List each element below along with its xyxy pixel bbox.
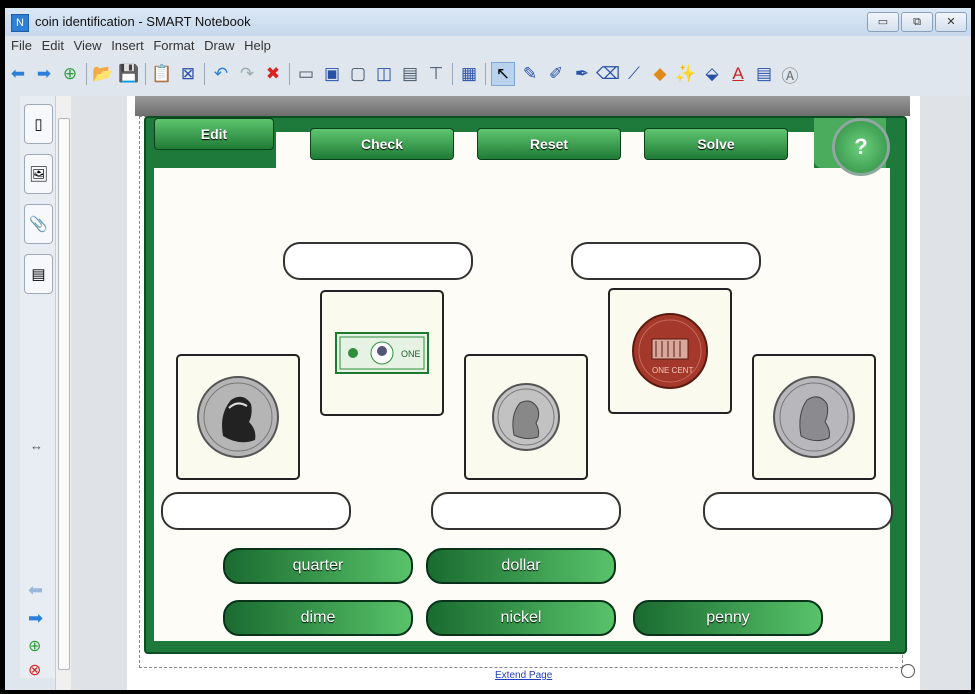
edit-button[interactable]: Edit xyxy=(154,118,274,150)
gallery-tab[interactable]: 🖼 xyxy=(24,154,53,194)
window-title: coin identification - SMART Notebook xyxy=(35,14,251,29)
toolbar-divider xyxy=(289,63,290,85)
word-tile-dime[interactable]: dime xyxy=(223,600,413,636)
more-icon[interactable]: Ⓐ xyxy=(779,63,801,86)
forward-icon[interactable]: ➡ xyxy=(33,63,55,85)
menu-help[interactable]: Help xyxy=(244,38,271,53)
scrollbar-thumb[interactable] xyxy=(58,118,70,670)
dual-page-icon[interactable]: ◫ xyxy=(373,63,395,85)
highlighter-icon[interactable]: ✒ xyxy=(571,63,593,85)
word-tile-dollar[interactable]: dollar xyxy=(426,548,616,584)
coin-card-nickel[interactable] xyxy=(176,354,300,480)
eraser-icon[interactable]: ⌫ xyxy=(596,63,620,85)
capture-icon[interactable]: ▤ xyxy=(399,63,421,85)
menu-view[interactable]: View xyxy=(74,38,102,53)
properties-icon[interactable]: ▤ xyxy=(753,63,775,85)
reset-button[interactable]: Reset xyxy=(477,128,621,160)
page-sorter-tab[interactable]: ▯ xyxy=(24,104,53,144)
table-icon[interactable]: ▦ xyxy=(458,63,480,85)
menu-format[interactable]: Format xyxy=(153,38,194,53)
creative-pen-icon[interactable]: ✐ xyxy=(545,63,567,85)
side-panel: ▯ 🖼 📎 ▤ ↔ ⬅ ➡ ⊕ ⊗ xyxy=(20,96,56,680)
attachments-tab[interactable]: 📎 xyxy=(24,204,53,244)
notebook-page: Edit Check Reset Solve ? ONE ONE CENT qu… xyxy=(127,96,920,690)
add-page-icon[interactable]: ⊕ xyxy=(59,63,81,85)
bill-card-dollar[interactable]: ONE xyxy=(320,290,444,416)
toolbar: ⬅ ➡ ⊕ 📂 💾 📋 ⊠ ↶ ↷ ✖ ▭ ▣ ▢ ◫ ▤ ⊤ ▦ ↖ ✎ ✐ … xyxy=(5,58,971,90)
word-tile-nickel[interactable]: nickel xyxy=(426,600,616,636)
redo-icon[interactable]: ↷ xyxy=(236,63,258,85)
text-icon[interactable]: A xyxy=(727,63,749,85)
answer-slot-dime[interactable] xyxy=(431,492,621,530)
menu-file[interactable]: File xyxy=(11,38,32,53)
word-tile-quarter[interactable]: quarter xyxy=(223,548,413,584)
delete-page-icon[interactable]: ⊠ xyxy=(177,63,199,85)
toolbar-divider xyxy=(452,63,453,85)
minimize-button[interactable]: ▭ xyxy=(867,12,899,32)
magic-pen-icon[interactable]: ✨ xyxy=(675,63,697,85)
canvas-margin-left xyxy=(71,96,127,690)
activity-frame: Edit Check Reset Solve ? ONE ONE CENT qu… xyxy=(144,116,907,654)
penny-image: ONE CENT xyxy=(632,313,708,389)
title-bar: N coin identification - SMART Notebook ▭… xyxy=(5,8,971,36)
paste-icon[interactable]: 📋 xyxy=(151,63,173,85)
nickel-image xyxy=(197,376,279,458)
save-icon[interactable]: 💾 xyxy=(118,63,140,85)
answer-slot-penny[interactable] xyxy=(571,242,761,280)
quarter-image xyxy=(773,376,855,458)
menu-bar: File Edit View Insert Format Draw Help xyxy=(5,38,971,56)
delete-icon[interactable]: ✖ xyxy=(262,63,284,85)
dime-image xyxy=(492,383,560,451)
answer-slot-quarter[interactable] xyxy=(703,492,893,530)
menu-draw[interactable]: Draw xyxy=(204,38,234,53)
app-window: N coin identification - SMART Notebook ▭… xyxy=(5,8,971,690)
penny-text: ONE CENT xyxy=(652,366,693,375)
properties-tab[interactable]: ▤ xyxy=(24,254,53,294)
vertical-scrollbar[interactable] xyxy=(55,96,72,690)
smart-notebook-icon: N xyxy=(11,14,29,32)
undo-icon[interactable]: ↶ xyxy=(210,63,232,85)
close-button[interactable]: ✕ xyxy=(935,12,967,32)
add-page-side-icon[interactable]: ⊕ xyxy=(28,636,41,656)
previous-page-icon[interactable]: ⬅ xyxy=(28,580,43,601)
menu-edit[interactable]: Edit xyxy=(42,38,64,53)
resize-handle-icon[interactable]: ↔ xyxy=(30,438,43,453)
select-icon[interactable]: ↖ xyxy=(491,62,515,86)
page-header-bar xyxy=(135,96,910,116)
screen-shade-icon[interactable]: ▭ xyxy=(295,63,317,85)
solve-button[interactable]: Solve xyxy=(644,128,788,160)
document-camera-icon[interactable]: ⊤ xyxy=(425,63,447,85)
canvas-margin-right xyxy=(920,96,971,690)
open-icon[interactable]: 📂 xyxy=(92,63,114,85)
maximize-button[interactable]: ⧉ xyxy=(901,12,933,32)
toolbar-divider xyxy=(86,63,87,85)
full-screen-icon[interactable]: ▣ xyxy=(321,63,343,85)
answer-slot-dollar[interactable] xyxy=(283,242,473,280)
menu-insert[interactable]: Insert xyxy=(111,38,144,53)
toolbar-divider xyxy=(145,63,146,85)
word-tile-penny[interactable]: penny xyxy=(633,600,823,636)
line-icon[interactable]: ⟋ xyxy=(623,63,645,85)
coin-card-penny[interactable]: ONE CENT xyxy=(608,288,732,414)
shape-icon[interactable]: ◆ xyxy=(649,63,671,85)
bill-text: ONE xyxy=(401,349,421,359)
extend-page-link[interactable]: Extend Page xyxy=(495,670,552,681)
coin-card-dime[interactable] xyxy=(464,354,588,480)
toolbar-divider xyxy=(204,63,205,85)
help-button[interactable]: ? xyxy=(832,118,890,176)
delete-page-side-icon[interactable]: ⊗ xyxy=(28,660,41,680)
transparent-bg-icon[interactable]: ▢ xyxy=(347,63,369,85)
pen-icon[interactable]: ✎ xyxy=(519,63,541,85)
next-page-icon[interactable]: ➡ xyxy=(28,608,43,629)
fill-icon[interactable]: ⬙ xyxy=(701,63,723,85)
dollar-bill-image: ONE xyxy=(335,332,429,374)
resize-handle[interactable] xyxy=(901,664,915,678)
toolbar-divider xyxy=(485,63,486,85)
answer-slot-nickel[interactable] xyxy=(161,492,351,530)
check-button[interactable]: Check xyxy=(310,128,454,160)
back-icon[interactable]: ⬅ xyxy=(7,63,29,85)
coin-card-quarter[interactable] xyxy=(752,354,876,480)
